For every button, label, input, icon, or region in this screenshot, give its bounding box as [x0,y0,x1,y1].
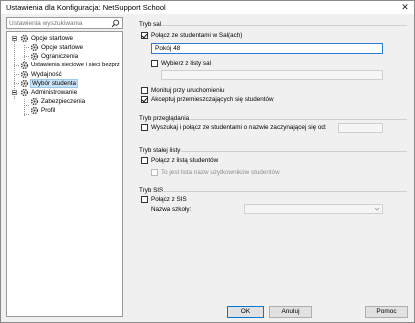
room-mode-title: Tryb sal [139,21,162,28]
tree-item-profile[interactable]: Profil [7,106,122,115]
group-divider [161,191,407,192]
window-title: Ustawienia dla Konfiguracja: NetSupport … [6,3,166,12]
browse-search-checkbox[interactable] [141,124,148,131]
cancel-button[interactable]: Anuluj [269,306,312,318]
connect-list-row[interactable]: Połącz z listą studentów [141,157,341,166]
tree-item-label: Administrowanie [31,89,78,96]
tree-item-restrictions[interactable]: Ograniczenia [7,52,122,61]
gear-icon [30,43,39,52]
group-divider [181,151,407,152]
collapse-icon[interactable] [12,36,17,41]
tree-item-label: Opcje startowe [31,35,73,42]
browse-mode-title: Tryb przeglądania [139,115,190,122]
tree-item-performance[interactable]: Wydajność [7,70,122,79]
choose-room-row[interactable]: Wybierz z listy sal [151,60,351,69]
gear-icon [20,79,29,88]
tree-item-label: Opcje startowe [41,44,83,51]
search-input[interactable] [9,19,109,28]
room-list-input[interactable] [161,70,383,80]
connect-rooms-label: Połącz ze studentami w Sal(ach) [151,32,243,39]
tree-item-student-selection[interactable]: Wybór studenta [7,79,122,88]
prompt-startup-row[interactable]: Monituj przy uruchomieniu [141,87,341,96]
gear-icon [20,34,29,43]
title-bar: Ustawienia dla Konfiguracja: NetSupport … [1,1,414,14]
prompt-startup-checkbox[interactable] [141,87,148,94]
school-name-select[interactable] [244,204,383,214]
fixed-list-title: Tryb stałej listy [139,147,181,154]
username-list-checkbox[interactable] [151,169,158,176]
school-name-label: Nazwa szkoły: [151,206,192,213]
tree-item-label: Ograniczenia [41,53,79,60]
prompt-startup-label: Monituj przy uruchomieniu [151,87,225,94]
tree-item-label: Profil [41,107,56,114]
username-list-label: To jest lista nazw użytkowników studentó… [161,169,280,176]
search-icon[interactable] [111,19,120,28]
tree-item-label: Wybór studenta [30,79,79,88]
group-divider [189,119,407,120]
gear-icon [20,88,29,97]
connect-rooms-checkbox[interactable] [141,32,148,39]
browse-search-row[interactable]: Wyszukaj i połącz ze studentami o nazwie… [141,124,341,133]
tree-item-network-settings[interactable]: Ustawienia sieciowe i sieci bezprz [7,61,122,70]
accept-roaming-row[interactable]: Akceptuj przemieszczających się studentó… [141,96,381,105]
gear-icon [30,97,39,106]
chevron-down-icon [374,207,380,211]
tree-item-administration[interactable]: Administrowanie [7,88,122,97]
sis-mode-title: Tryb SIS [139,187,164,194]
choose-room-label: Wybierz z listy sal [161,60,211,67]
help-button[interactable]: Pomoc [365,306,408,318]
gear-icon [30,106,39,115]
group-divider [161,25,407,26]
connect-rooms-row[interactable]: Połącz ze studentami w Sal(ach) [141,32,391,41]
gear-icon [30,52,39,61]
accept-roaming-checkbox[interactable] [141,96,148,103]
tree-item-label: Zabezpieczenia [41,98,86,105]
settings-tree[interactable]: Opcje startowe Opcje startowe Ograniczen… [6,31,123,317]
tree-item-startup-options-sub[interactable]: Opcje startowe [7,43,122,52]
username-list-row[interactable]: To jest lista nazw użytkowników studentó… [151,169,351,178]
connect-list-checkbox[interactable] [141,157,148,164]
browse-search-label: Wyszukaj i połącz ze studentami o nazwie… [151,124,327,131]
room-name-input[interactable]: Pokój 48 [151,43,383,54]
settings-search-box[interactable] [6,17,123,29]
accept-roaming-label: Akceptuj przemieszczających się studentó… [151,96,274,103]
close-button[interactable]: ✕ [399,2,411,13]
collapse-icon[interactable] [12,90,17,95]
browse-prefix-input[interactable] [338,123,383,133]
ok-button[interactable]: OK [227,306,264,318]
tree-item-label: Wydajność [31,71,62,78]
gear-icon [20,70,29,79]
tree-item-startup-options[interactable]: Opcje startowe [7,34,122,43]
choose-room-checkbox[interactable] [151,60,158,67]
tree-item-security[interactable]: Zabezpieczenia [7,97,122,106]
connect-sis-checkbox[interactable] [141,196,148,203]
connect-sis-label: Połącz z SIS [151,196,187,203]
gear-icon [20,61,29,70]
tree-item-label: Ustawienia sieciowe i sieci bezprz [31,62,120,68]
connect-list-label: Połącz z listą studentów [151,157,219,164]
settings-window: Ustawienia dla Konfiguracja: NetSupport … [0,0,415,323]
